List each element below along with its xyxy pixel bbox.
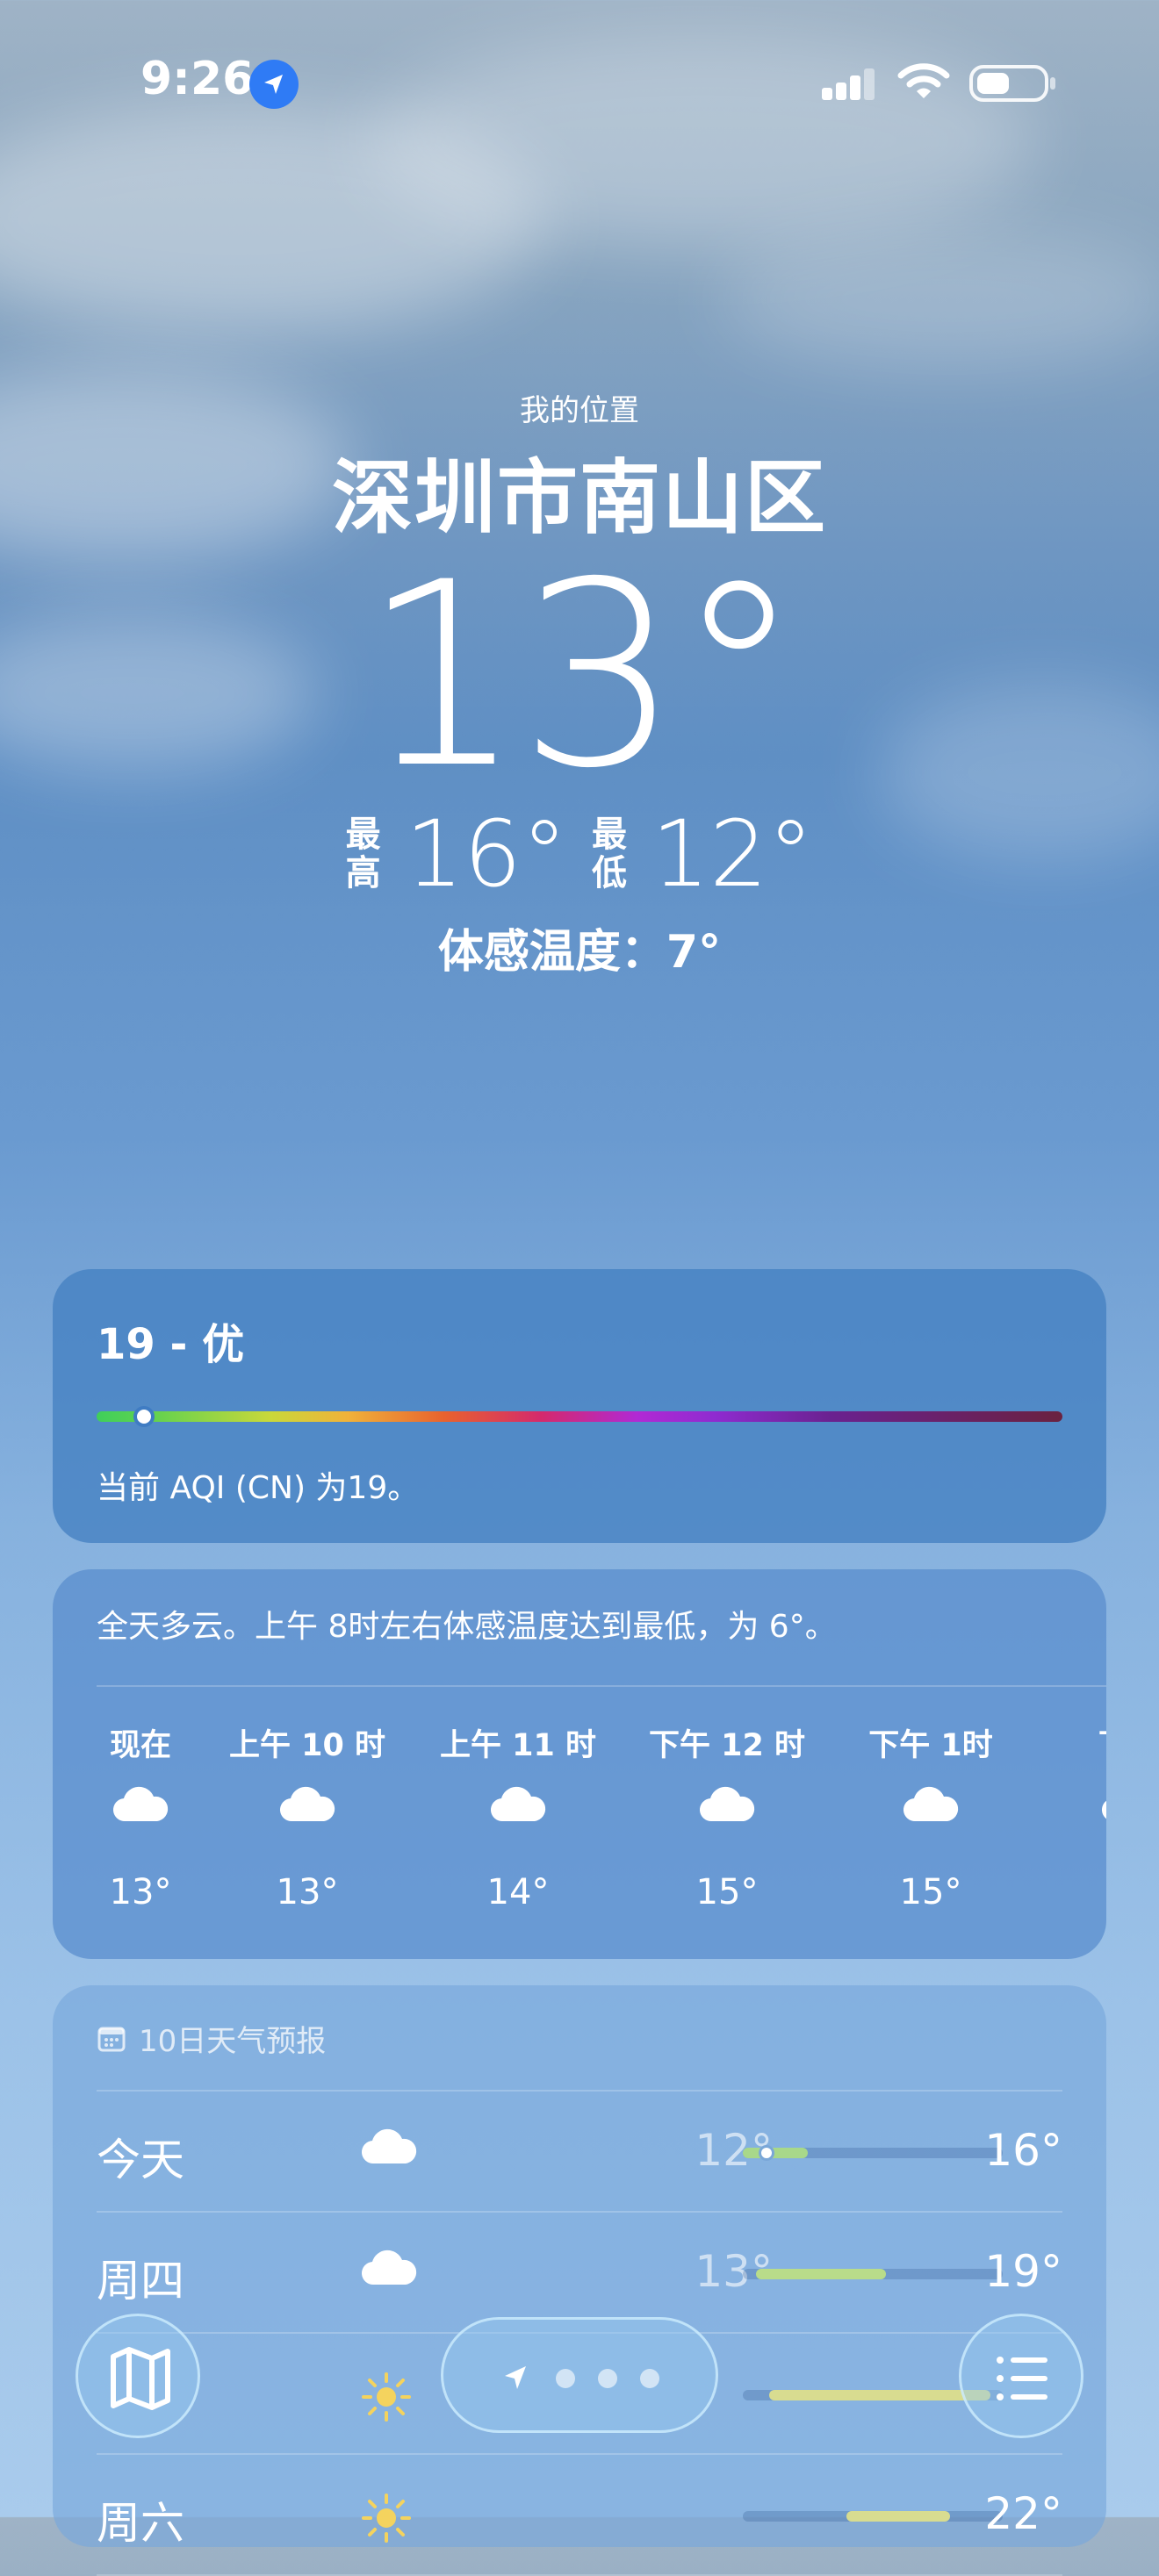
temperature-range-fill [743, 2148, 808, 2158]
high-temperature: 16° [405, 800, 567, 908]
status-time: 9:26 [140, 53, 255, 105]
hour-label: 下午 1时 [868, 1728, 993, 1763]
my-location-label: 我的位置 [520, 393, 639, 428]
hour-column: 下午 1 [1041, 1687, 1106, 1912]
aqi-indicator [133, 1406, 155, 1427]
hour-temperature: 15° [695, 1872, 759, 1912]
map-icon [111, 2347, 170, 2410]
day-row[interactable]: 今天 12° 16° [97, 2092, 1062, 2213]
calendar-icon [97, 2027, 126, 2051]
cloud-icon [430, 1786, 606, 1856]
temperature-range-bar [743, 2511, 1003, 2522]
sun-icon [360, 2492, 413, 2548]
page-dot [640, 2369, 659, 2388]
map-button[interactable] [76, 2314, 200, 2438]
status-bar: 9:26 [0, 53, 1159, 114]
day-high: 19° [984, 2246, 1062, 2297]
aqi-title: 19 - 优 [97, 1320, 245, 1369]
cellular-signal-icon [822, 65, 878, 100]
low-temperature: 12° [651, 800, 814, 908]
day-name: 周六 [97, 2498, 184, 2549]
hour-column: 上午 10 时 13° [220, 1687, 395, 1912]
cloud-icon [843, 1786, 1019, 1856]
hour-column: 下午 12 时 15° [639, 1687, 815, 1912]
hour-label: 上午 10 时 [228, 1728, 386, 1763]
temperature-range-fill [756, 2269, 886, 2279]
hour-column: 现在 13° [53, 1687, 228, 1912]
hour-temperature: 13° [276, 1872, 339, 1912]
hour-temperature: 15° [899, 1872, 962, 1912]
temperature-range-bar [743, 2269, 1003, 2279]
day-name: 今天 [97, 2135, 184, 2185]
day-row[interactable]: 周六 22° [97, 2455, 1062, 2576]
low-label: 最 低 [592, 814, 627, 893]
day-name: 周四 [97, 2256, 184, 2307]
hour-column: 下午 1时 15° [843, 1687, 1019, 1912]
bottom-toolbar [0, 2310, 1159, 2450]
ten-day-header: 10日天气预报 [97, 2017, 1062, 2060]
hour-label: 上午 11 时 [439, 1728, 597, 1763]
hour-temperature: 13° [109, 1872, 172, 1912]
day-high: 22° [984, 2488, 1062, 2539]
current-temperature: 13° [361, 528, 803, 824]
hourly-list[interactable]: 现在 13° 上午 10 时 13° 上午 11 时 14° 下午 12 时 15° 下午 1时… [97, 1687, 1106, 1950]
feels-like: 体感温度：7° [437, 926, 722, 979]
hourly-summary: 全天多云。上午 8时左右体感温度达到最低，为 6°。 [97, 1609, 837, 1645]
cloud-icon [220, 1786, 395, 1856]
hour-label: 下午 12 时 [648, 1728, 806, 1763]
battery-icon [969, 65, 1055, 102]
hour-label: 下午 [1041, 1720, 1106, 1765]
wifi-icon [897, 61, 950, 105]
current-temp-dot [759, 2145, 774, 2161]
cloud-icon [53, 1786, 228, 1856]
hour-temperature: 14° [486, 1872, 550, 1912]
location-arrow-icon [505, 2366, 526, 2389]
page-indicator[interactable] [441, 2317, 718, 2433]
air-quality-card[interactable]: 19 - 优 当前 AQI (CN) 为19。 [53, 1269, 1106, 1543]
cloud-icon [639, 1786, 815, 1856]
day-high: 16° [984, 2125, 1062, 2176]
ten-day-forecast-card[interactable]: 10日天气预报 今天 12° 16° 周四 13° 19° 周六 22° [53, 1985, 1106, 2576]
cloud-icon [360, 2250, 418, 2292]
cloud-icon [360, 2128, 418, 2171]
hour-temperature: 1 [1041, 1872, 1106, 1912]
hour-column: 上午 11 时 14° [430, 1687, 606, 1912]
hour-label: 现在 [109, 1728, 171, 1763]
ten-day-title: 10日天气预报 [139, 2024, 327, 2059]
high-label: 最 高 [345, 814, 381, 893]
hourly-forecast-card[interactable]: 全天多云。上午 8时左右体感温度达到最低，为 6°。 现在 13° 上午 10 时 1… [53, 1569, 1106, 1959]
temperature-range-bar [743, 2145, 1003, 2161]
location-services-icon [249, 60, 299, 109]
aqi-scale-bar [97, 1406, 1062, 1427]
list-button[interactable] [959, 2314, 1083, 2438]
page-dot [598, 2369, 617, 2388]
list-icon [997, 2357, 1047, 2400]
cloud-icon [1041, 1786, 1106, 1856]
page-dot [556, 2369, 575, 2388]
temperature-range-fill [846, 2511, 950, 2522]
aqi-description: 当前 AQI (CN) 为19。 [97, 1470, 420, 1506]
current-weather: 我的位置 深圳市南山区 13° 最 高 16° 最 低 12° 体感温度：7° [0, 386, 1159, 980]
